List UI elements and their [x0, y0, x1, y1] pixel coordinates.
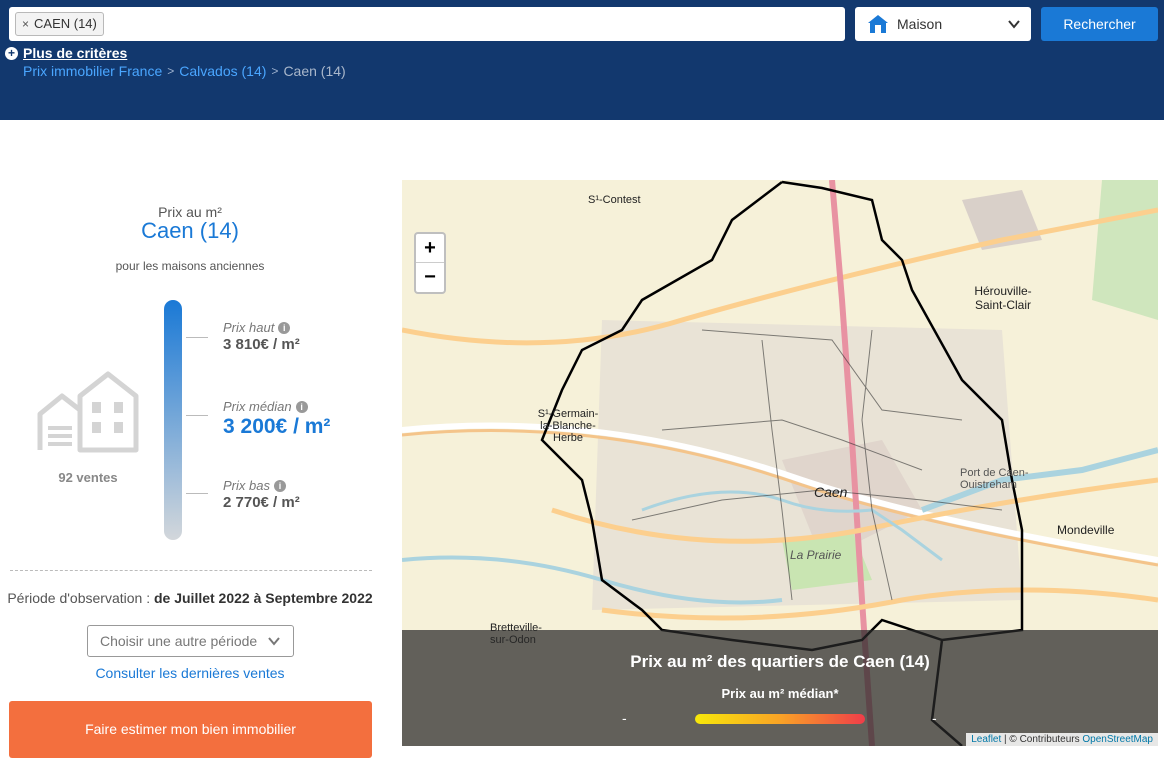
- price-low: Prix bas i 2 770€ / m²: [223, 478, 300, 511]
- price-subtitle: pour les maisons anciennes: [115, 259, 265, 273]
- zoom-control: + −: [414, 232, 446, 294]
- header-bar: × CAEN (14) Maison Rechercher + Plus de …: [0, 0, 1164, 120]
- zoom-out-button[interactable]: −: [416, 263, 444, 292]
- place-label: Caen: [814, 484, 848, 500]
- last-sales-link[interactable]: Consulter les dernières ventes: [0, 665, 380, 681]
- location-chip[interactable]: × CAEN (14): [15, 12, 104, 36]
- map-attribution: Leaflet | © Contributeurs OpenStreetMap: [966, 733, 1158, 746]
- place-label: S¹-Germain-la-Blanche-Herbe: [537, 408, 599, 444]
- property-type-value: Maison: [897, 16, 943, 32]
- info-icon[interactable]: i: [278, 321, 291, 334]
- house-icon: [868, 15, 888, 33]
- city-title: Caen (14): [141, 218, 239, 243]
- info-icon[interactable]: i: [273, 479, 286, 492]
- more-criteria-label: Plus de critères: [23, 45, 128, 61]
- gauge-tick-low: [186, 493, 208, 494]
- location-chip-label: CAEN (14): [34, 16, 97, 31]
- search-button[interactable]: Rechercher: [1041, 7, 1158, 41]
- legend-min: -: [622, 710, 627, 726]
- price-low-label: Prix bas: [223, 478, 270, 493]
- price-median: Prix médian i 3 200€ / m²: [223, 399, 330, 439]
- price-median-label: Prix médian: [223, 399, 292, 414]
- info-icon[interactable]: i: [295, 400, 308, 413]
- breadcrumb-calvados[interactable]: Calvados (14): [179, 63, 266, 79]
- breadcrumb-separator: >: [271, 64, 279, 78]
- map-legend-overlay: Prix au m² des quartiers de Caen (14) Pr…: [402, 630, 1158, 746]
- breadcrumb: Prix immobilier France > Calvados (14) >…: [23, 63, 346, 79]
- place-label: Hérouville-Saint-Clair: [974, 284, 1032, 312]
- price-summary-panel: Prix au m² Caen (14) pour les maisons an…: [0, 120, 380, 769]
- price-gauge: [164, 300, 182, 540]
- more-criteria-link[interactable]: + Plus de critères: [5, 45, 127, 61]
- period-select[interactable]: Choisir une autre période: [87, 625, 294, 657]
- legend-color-bar: [695, 714, 865, 724]
- breadcrumb-separator: >: [167, 64, 175, 78]
- map-overlay-subtitle: Prix au m² médian*: [721, 686, 839, 701]
- price-high-label: Prix haut: [223, 320, 275, 335]
- osm-link[interactable]: OpenStreetMap: [1082, 734, 1153, 745]
- breadcrumb-france[interactable]: Prix immobilier France: [23, 63, 162, 79]
- map-overlay-title: Prix au m² des quartiers de Caen (14): [630, 652, 930, 671]
- observation-period: Période d'observation : de Juillet 2022 …: [0, 590, 380, 606]
- place-label: Port de Caen-Ouistreham: [960, 467, 1029, 491]
- place-label: Mondeville: [1057, 523, 1115, 537]
- remove-chip-icon[interactable]: ×: [22, 13, 29, 35]
- breadcrumb-current: Caen (14): [283, 63, 346, 79]
- property-type-select[interactable]: Maison: [855, 7, 1031, 41]
- place-label: S¹-Contest: [588, 194, 641, 206]
- gauge-tick-high: [186, 337, 208, 338]
- estimate-button[interactable]: Faire estimer mon bien immobilier: [9, 701, 372, 758]
- zoom-in-button[interactable]: +: [416, 234, 444, 263]
- attribution-text: | © Contributeurs: [1001, 734, 1083, 745]
- houses-illustration-icon: [37, 371, 139, 453]
- neighborhood-price-map[interactable]: S¹-Contest Hérouville-Saint-Clair S¹-Ger…: [402, 180, 1158, 746]
- price-high-value: 3 810€ / m²: [223, 336, 300, 353]
- location-search-input[interactable]: × CAEN (14): [9, 7, 845, 41]
- place-label: La Prairie: [790, 548, 842, 562]
- divider: [10, 570, 372, 571]
- chevron-down-icon: [1008, 20, 1020, 29]
- price-high: Prix haut i 3 810€ / m²: [223, 320, 300, 353]
- legend-max: -: [932, 710, 937, 726]
- leaflet-link[interactable]: Leaflet: [971, 734, 1001, 745]
- gauge-tick-median: [186, 415, 208, 416]
- period-value: de Juillet 2022 à Septembre 2022: [153, 590, 373, 606]
- price-median-value: 3 200€ / m²: [223, 415, 331, 438]
- plus-circle-icon: +: [5, 46, 18, 60]
- period-select-placeholder: Choisir une autre période: [100, 633, 258, 649]
- price-low-value: 2 770€ / m²: [223, 494, 300, 511]
- sales-count: 92 ventes: [58, 470, 118, 485]
- period-label: Période d'observation :: [7, 590, 154, 606]
- chevron-down-icon: [268, 637, 280, 646]
